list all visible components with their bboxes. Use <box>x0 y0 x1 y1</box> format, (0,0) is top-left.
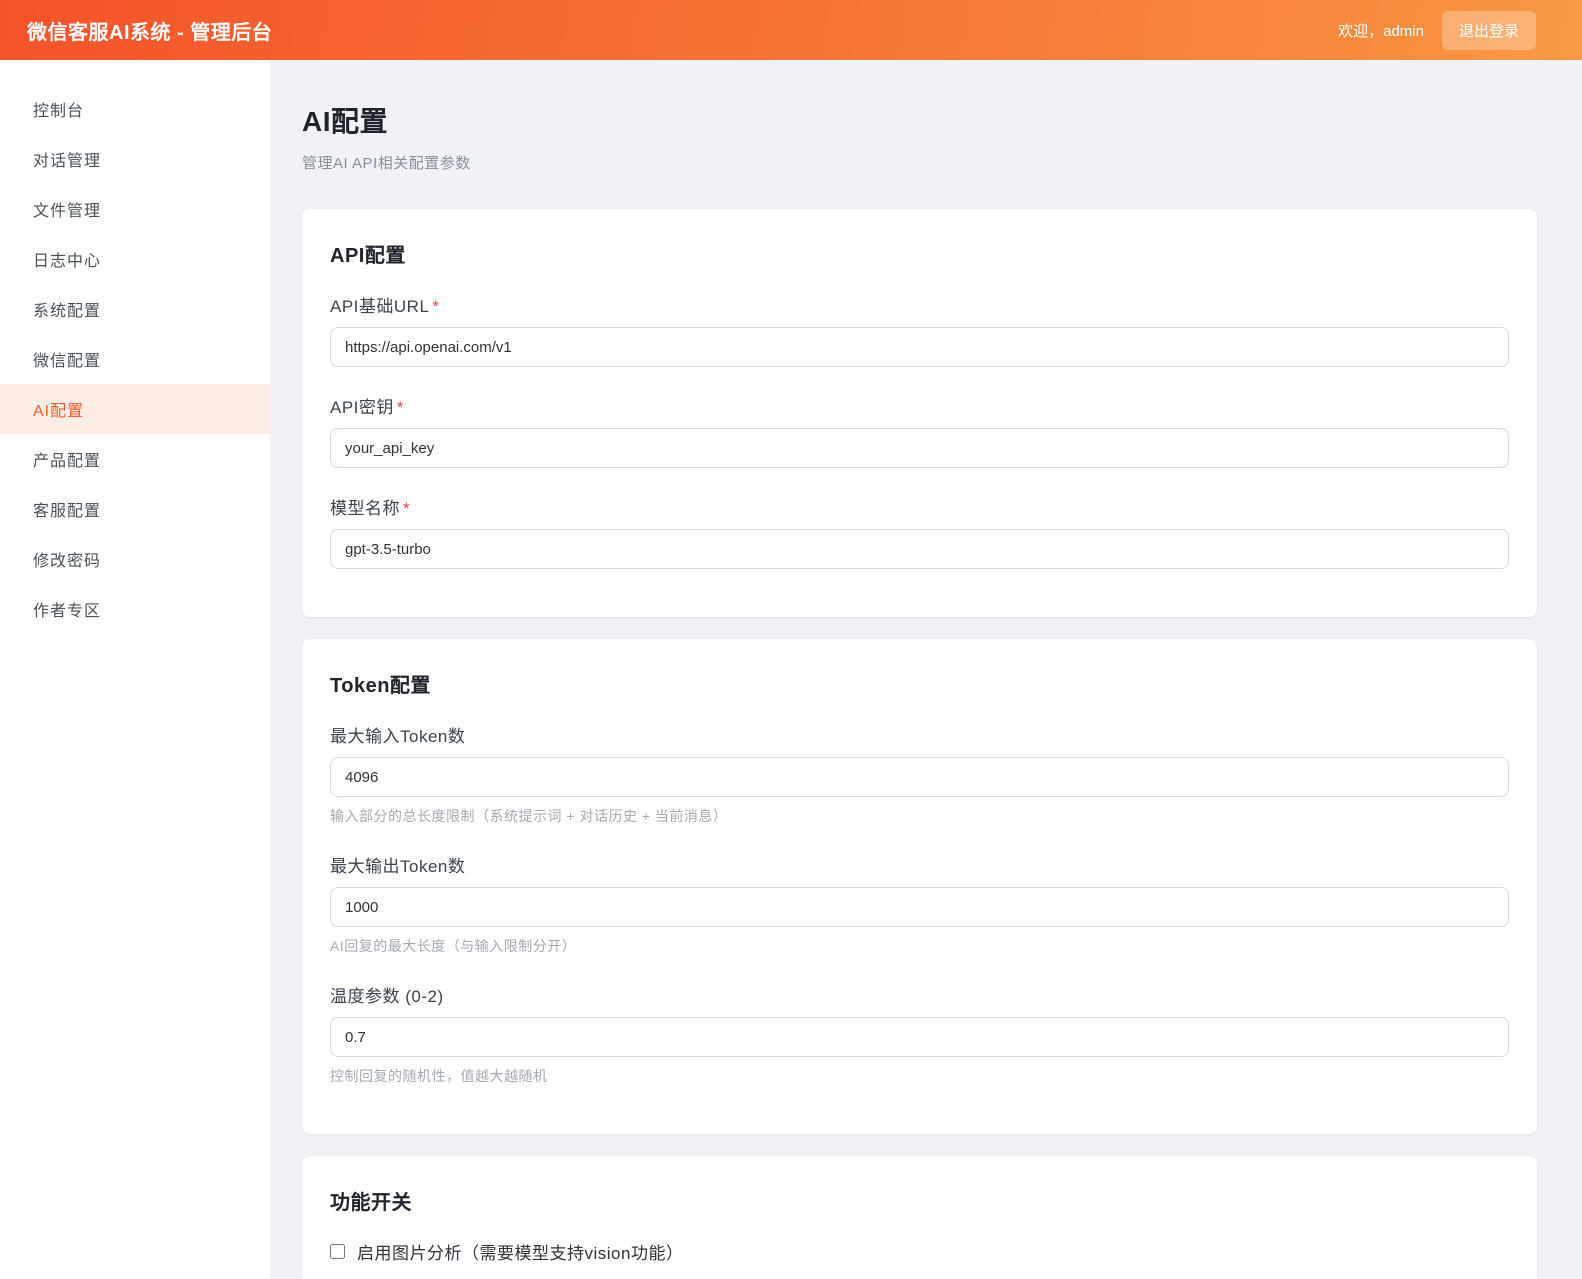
sidebar-item-author-zone[interactable]: 作者专区 <box>0 584 270 634</box>
page-title: AI配置 <box>302 100 1537 140</box>
api-base-url-group: API基础URL* <box>330 292 1509 367</box>
sidebar-item-change-password[interactable]: 修改密码 <box>0 534 270 584</box>
api-key-input[interactable] <box>330 428 1509 468</box>
sidebar-item-wechat-config[interactable]: 微信配置 <box>0 334 270 384</box>
sidebar-item-product-config[interactable]: 产品配置 <box>0 434 270 484</box>
api-base-url-input[interactable] <box>330 327 1509 367</box>
api-base-url-label-text: API基础URL <box>330 297 429 316</box>
sidebar: 控制台 对话管理 文件管理 日志中心 系统配置 微信配置 AI配置 产品配置 客… <box>0 60 270 1279</box>
sidebar-item-system-config[interactable]: 系统配置 <box>0 284 270 334</box>
max-input-tokens-helper: 输入部分的总长度限制（系统提示词 + 对话历史 + 当前消息） <box>330 806 1509 826</box>
main-content: AI配置 管理AI API相关配置参数 API配置 API基础URL* API密… <box>270 60 1582 1279</box>
required-asterisk: * <box>432 297 439 316</box>
sidebar-item-service-config[interactable]: 客服配置 <box>0 484 270 534</box>
max-output-tokens-label: 最大输出Token数 <box>330 852 1509 877</box>
feature-switches-card: 功能开关 启用图片分析（需要模型支持vision功能） 启用视频分析（需要模型支… <box>302 1156 1537 1279</box>
model-name-input[interactable] <box>330 529 1509 569</box>
max-output-tokens-helper: AI回复的最大长度（与输入限制分开） <box>330 936 1509 956</box>
page-subtitle: 管理AI API相关配置参数 <box>302 152 1537 173</box>
logout-button[interactable]: 退出登录 <box>1442 11 1536 50</box>
app-title: 微信客服AI系统 - 管理后台 <box>27 16 272 45</box>
token-config-card: Token配置 最大输入Token数 输入部分的总长度限制（系统提示词 + 对话… <box>302 639 1537 1134</box>
required-asterisk: * <box>397 398 404 417</box>
api-key-group: API密钥* <box>330 393 1509 468</box>
temperature-label: 温度参数 (0-2) <box>330 982 1509 1007</box>
model-name-label-text: 模型名称 <box>330 499 400 518</box>
temperature-helper: 控制回复的随机性，值越大越随机 <box>330 1066 1509 1086</box>
max-output-tokens-input[interactable] <box>330 887 1509 927</box>
enable-image-analysis-row[interactable]: 启用图片分析（需要模型支持vision功能） <box>330 1239 1509 1264</box>
feature-switches-card-title: 功能开关 <box>330 1186 1509 1215</box>
temperature-input[interactable] <box>330 1017 1509 1057</box>
sidebar-item-files[interactable]: 文件管理 <box>0 184 270 234</box>
model-name-label: 模型名称* <box>330 494 1509 519</box>
api-config-card-title: API配置 <box>330 239 1509 268</box>
token-config-card-title: Token配置 <box>330 669 1509 698</box>
max-input-tokens-label: 最大输入Token数 <box>330 722 1509 747</box>
api-key-label-text: API密钥 <box>330 398 394 417</box>
sidebar-item-ai-config[interactable]: AI配置 <box>0 384 270 434</box>
sidebar-item-conversations[interactable]: 对话管理 <box>0 134 270 184</box>
api-base-url-label: API基础URL* <box>330 292 1509 317</box>
sidebar-item-console[interactable]: 控制台 <box>0 84 270 134</box>
max-input-tokens-input[interactable] <box>330 757 1509 797</box>
app-header: 微信客服AI系统 - 管理后台 欢迎，admin 退出登录 <box>0 0 1582 60</box>
sidebar-item-logs[interactable]: 日志中心 <box>0 234 270 284</box>
enable-image-analysis-label: 启用图片分析（需要模型支持vision功能） <box>357 1239 683 1264</box>
enable-image-analysis-checkbox[interactable] <box>330 1244 345 1259</box>
api-key-label: API密钥* <box>330 393 1509 418</box>
required-asterisk: * <box>403 499 410 518</box>
welcome-text: 欢迎，admin <box>1338 20 1424 41</box>
temperature-group: 温度参数 (0-2) 控制回复的随机性，值越大越随机 <box>330 982 1509 1086</box>
api-config-card: API配置 API基础URL* API密钥* 模型名称* <box>302 209 1537 617</box>
max-input-tokens-group: 最大输入Token数 输入部分的总长度限制（系统提示词 + 对话历史 + 当前消… <box>330 722 1509 826</box>
header-right: 欢迎，admin 退出登录 <box>1338 11 1536 50</box>
model-name-group: 模型名称* <box>330 494 1509 569</box>
max-output-tokens-group: 最大输出Token数 AI回复的最大长度（与输入限制分开） <box>330 852 1509 956</box>
